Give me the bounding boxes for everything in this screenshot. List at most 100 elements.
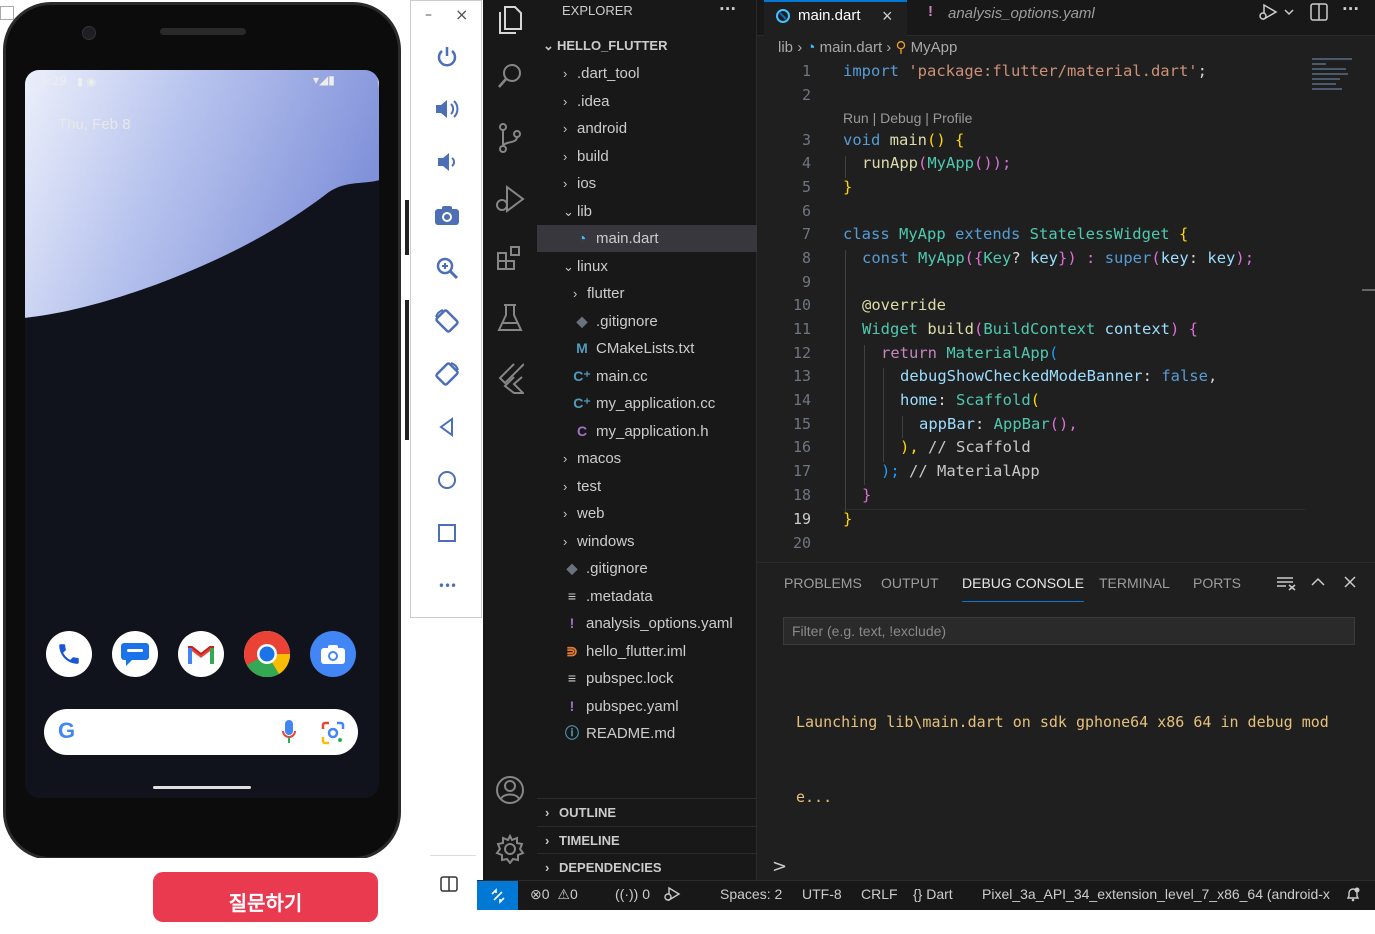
panel-tab-ports[interactable]: PORTS [1193,575,1241,601]
settings-gear-icon[interactable] [492,831,528,867]
codelens-run-debug-profile[interactable]: Run | Debug | Profile [843,110,972,126]
problems-status[interactable]: ⊗0 ⚠0 [530,886,578,903]
notifications-bell-icon[interactable] [1345,886,1361,905]
overview-icon[interactable] [431,517,463,549]
tree-folder[interactable]: › macos [537,445,757,472]
rotate-right-icon[interactable] [431,358,463,390]
remote-indicator[interactable] [477,881,518,910]
tree-folder[interactable]: ⌄ lib [537,198,757,225]
tree-folder[interactable]: › windows [537,528,757,555]
more-options-icon[interactable]: ••• [431,570,463,602]
sidebar-toggle-icon[interactable] [440,876,458,896]
encoding-status[interactable]: UTF-8 [802,886,842,902]
search-icon[interactable] [492,58,528,94]
indentation-status[interactable]: Spaces: 2 [720,886,782,902]
tree-folder[interactable]: › build [537,143,757,170]
google-search-bar[interactable]: G [44,709,358,755]
flutter-icon[interactable] [492,360,528,396]
panel-tab-debug-console[interactable]: DEBUG CONSOLE [962,575,1085,602]
microphone-icon[interactable] [282,719,296,749]
code-line-7[interactable]: class MyApp extends StatelessWidget { [843,222,1188,246]
language-status[interactable]: {} Dart [913,886,953,902]
ask-question-button[interactable]: 질문하기 [153,872,378,922]
screenshot-camera-icon[interactable] [431,199,463,231]
eol-status[interactable]: CRLF [861,886,898,902]
zoom-icon[interactable] [431,252,463,284]
code-line-10[interactable]: @override [862,293,946,317]
tab-main-dart[interactable]: main.dart × [764,0,907,36]
code-line-12[interactable]: return MaterialApp( [881,341,1058,365]
phone-app-icon[interactable] [46,631,92,677]
tree-folder[interactable]: › android [537,115,757,142]
explorer-more-button[interactable]: ··· [719,0,736,18]
volume-down-icon[interactable] [431,146,463,178]
accounts-icon[interactable] [492,772,528,808]
tree-file[interactable]: M CMakeLists.txt [537,335,757,362]
tree-folder[interactable]: › .idea [537,88,757,115]
code-line-16[interactable]: ), // Scaffold [900,435,1031,459]
code-line-3[interactable]: void main() { [843,128,964,152]
console-input-prompt[interactable]: > [772,856,787,877]
editor-more-button[interactable]: ··· [1342,0,1359,18]
tree-file[interactable]: ◔ main.dart [537,225,757,252]
tree-file[interactable]: Cmy_application.h [537,418,757,445]
maximize-panel-icon[interactable] [1310,574,1326,593]
chrome-app-icon[interactable] [244,631,290,677]
source-control-icon[interactable] [492,120,528,156]
code-line-18[interactable]: } [862,483,871,507]
breadcrumb-symbol[interactable]: MyApp [911,39,958,56]
phone-screen[interactable]: 3:29 ▮ ◉ ▾◢▮ Thu, Feb 8 [25,70,379,798]
tree-folder[interactable]: › flutter [537,280,757,307]
clear-console-icon[interactable] [1276,575,1296,595]
tree-file[interactable]: C⁺ main.cc [537,363,757,390]
console-filter-input[interactable]: Filter (e.g. text, !exclude) [783,617,1355,645]
panel-tab-problems[interactable]: PROBLEMS [784,575,862,601]
tree-file[interactable]: ⋑ hello_flutter.iml [537,638,757,665]
split-editor-icon[interactable] [1310,3,1328,25]
volume-up-icon[interactable] [431,93,463,125]
tree-folder[interactable]: › web [537,500,757,527]
camera-app-icon[interactable] [310,631,356,677]
tree-file[interactable]: ! pubspec.yaml [537,693,757,720]
code-line-11[interactable]: Widget build(BuildContext context) { [862,317,1198,341]
device-status[interactable]: Pixel_3a_API_34_extension_level_7_x86_64… [982,886,1340,902]
home-icon[interactable] [431,464,463,496]
debug-launch-icon[interactable] [663,886,681,905]
tree-folder[interactable]: › test [537,473,757,500]
power-icon[interactable] [431,41,463,73]
rotate-left-icon[interactable] [431,305,463,337]
emulator-minimize-button[interactable]: – [425,7,432,23]
code-line-17[interactable]: ); // MaterialApp [881,459,1040,483]
run-debug-dropdown-icon[interactable] [1258,3,1296,25]
messages-app-icon[interactable] [112,631,158,677]
emulator-close-button[interactable]: × [455,5,468,24]
breadcrumb-folder[interactable]: lib [778,39,793,56]
run-debug-icon[interactable] [492,181,528,217]
code-line-15[interactable]: appBar: AppBar(), [919,412,1078,436]
tree-folder[interactable]: › .dart_tool [537,60,757,87]
code-line-14[interactable]: home: Scaffold( [900,388,1040,412]
back-icon[interactable] [431,411,463,443]
extensions-icon[interactable] [492,240,528,276]
tree-folder[interactable]: › ios [537,170,757,197]
project-root[interactable]: ⌄ HELLO_FLUTTER [543,36,668,56]
panel-tab-terminal[interactable]: TERMINAL [1099,575,1170,601]
close-panel-icon[interactable] [1343,574,1357,593]
code-line-19[interactable]: } [843,507,852,531]
testing-flask-icon[interactable] [492,300,528,336]
tree-file[interactable]: ! analysis_options.yaml [537,610,757,637]
code-line-4[interactable]: runApp(MyApp()); [862,151,1011,175]
ports-status[interactable]: ((·)) 0 [615,886,650,902]
tree-file[interactable]: ≡ .metadata [537,583,757,610]
tree-file[interactable]: ◆ .gitignore [537,555,757,582]
panel-tab-output[interactable]: OUTPUT [881,575,939,601]
minimap[interactable] [1312,58,1358,96]
outline-section[interactable]: › OUTLINE [537,798,757,825]
dependencies-section[interactable]: › DEPENDENCIES [537,853,757,880]
tree-folder[interactable]: ⌄ linux [537,253,757,280]
google-lens-icon[interactable] [321,721,345,749]
code-line-5[interactable]: } [843,175,852,199]
gmail-app-icon[interactable] [178,631,224,677]
code-line-13[interactable]: debugShowCheckedModeBanner: false, [900,364,1217,388]
tree-file[interactable]: ≡ pubspec.lock [537,665,757,692]
